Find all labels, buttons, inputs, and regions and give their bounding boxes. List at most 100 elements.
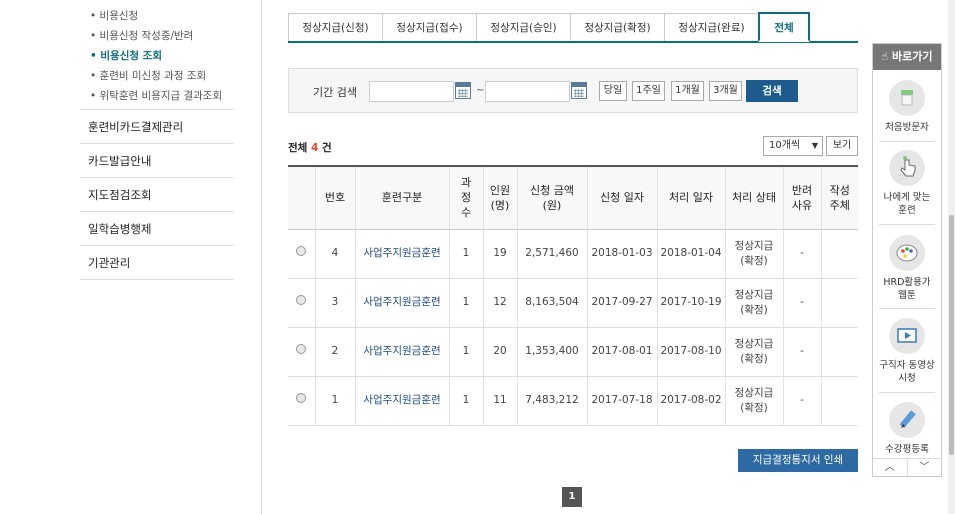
cell-training-type-link[interactable]: 사업주지원금훈련 (354, 327, 449, 377)
menu-item-inspection[interactable]: 지도점검조회 (80, 178, 234, 212)
cell-author (820, 278, 858, 328)
radio-button[interactable] (296, 295, 307, 305)
col-number: 번호 (314, 166, 355, 230)
header-text: 인원(명) (489, 183, 511, 212)
submenu-item[interactable]: • 위탁훈련 비용지급 결과조회 (90, 86, 240, 106)
cell-reject-reason: - (782, 327, 821, 377)
cell-process-date: 2017-10-19 (656, 278, 725, 328)
table-row[interactable]: 3 사업주지원금훈련 1 12 8,163,504 2017-09-27 201… (288, 278, 858, 328)
cell-number: 3 (314, 278, 355, 328)
col-reject-reason: 반려사유 (782, 166, 821, 230)
cell-process-date: 2017-08-02 (656, 376, 725, 426)
cell-amount: 1,353,400 (516, 327, 587, 377)
chevron-up-icon[interactable]: ︿ (873, 459, 908, 476)
quick-first-visit[interactable]: 처음방문자 (873, 80, 941, 134)
tab-confirmed[interactable]: 정상지급(확정) (570, 13, 665, 41)
end-date-input[interactable] (485, 81, 570, 102)
submenu-item-active[interactable]: • 비용신청 조회 (90, 46, 240, 66)
cell-number: 2 (314, 327, 355, 377)
status-tabs: 정상지급(신청) 정상지급(접수) 정상지급(승인) 정상지급(확정) 정상지급… (288, 12, 858, 43)
submenu-item[interactable]: • 훈련비 미신청 과정 조회 (90, 66, 240, 86)
header-text: 반려사유 (791, 183, 813, 212)
cell-process-date: 2018-01-04 (656, 229, 725, 279)
menu-item-card-issue[interactable]: 카드발급안내 (80, 144, 234, 178)
cell-request-date: 2018-01-03 (586, 229, 657, 279)
quick-label: HRD활용가 웹툰 (883, 277, 931, 301)
table-row[interactable]: 2 사업주지원금훈련 1 20 1,353,400 2017-08-01 201… (288, 327, 858, 377)
header-text: 작성주체 (829, 183, 850, 212)
menu-item-card-payment[interactable]: 훈련비카드결제관리 (80, 110, 234, 144)
tab-requested[interactable]: 정상지급(신청) (288, 13, 383, 41)
menu-item-institution[interactable]: 기관관리 (80, 246, 234, 280)
tab-approved[interactable]: 정상지급(승인) (476, 13, 571, 41)
cell-reject-reason: - (782, 278, 821, 328)
cell-course-count: 1 (448, 327, 483, 377)
cell-training-type-link[interactable]: 사업주지원금훈련 (354, 229, 449, 279)
tab-received[interactable]: 정상지급(접수) (382, 13, 477, 41)
cell-author (820, 327, 858, 377)
header-text: 신청 금액(원) (530, 183, 574, 212)
hand-pointer-icon (889, 150, 925, 186)
calendar-icon[interactable] (455, 82, 471, 99)
quick-job-videos[interactable]: 구직자 동영상시청 (873, 318, 941, 385)
dropdown-arrow-icon: ▼ (811, 141, 818, 150)
page-scrollbar[interactable] (948, 0, 955, 514)
cell-request-date: 2017-08-01 (586, 327, 657, 377)
cell-status: 정상지급(확정) (724, 376, 783, 426)
row-select[interactable] (288, 278, 315, 328)
menu-item-work-learning[interactable]: 일학습병행제 (80, 212, 234, 246)
cell-people: 20 (482, 327, 517, 377)
radio-button[interactable] (296, 246, 307, 256)
chevron-down-icon[interactable]: ﹀ (908, 459, 942, 476)
quick-label: 나에게 맞는훈련 (883, 192, 931, 216)
period-search-label: 기간 검색 (313, 86, 357, 99)
divider (879, 308, 935, 309)
submenu-item[interactable]: • 비용신청 (90, 6, 240, 26)
radio-button[interactable] (296, 344, 307, 354)
one-week-button[interactable]: 1주일 (632, 81, 665, 101)
date-range-separator: ~ (476, 85, 485, 96)
tab-completed[interactable]: 정상지급(완료) (664, 13, 759, 41)
cell-people: 19 (482, 229, 517, 279)
cell-request-date: 2017-07-18 (586, 376, 657, 426)
claims-table: 번호 훈련구분 과정수 인원(명) 신청 금액(원) 신청 일자 처리 일자 처… (288, 165, 858, 426)
tab-all[interactable]: 전체 (758, 12, 810, 42)
calendar-icon[interactable] (571, 82, 587, 99)
col-status: 처리 상태 (724, 166, 783, 230)
one-month-button[interactable]: 1개월 (671, 81, 704, 101)
cell-status: 정상지급(확정) (724, 327, 783, 377)
first-visit-icon (889, 80, 925, 116)
quick-links-title: ☝ 바로가기 (873, 44, 941, 70)
pagination-current-page[interactable]: 1 (562, 487, 582, 507)
three-month-button[interactable]: 3개월 (709, 81, 742, 101)
view-button[interactable]: 보기 (826, 136, 858, 156)
cell-training-type-link[interactable]: 사업주지원금훈련 (354, 376, 449, 426)
submenu-item[interactable]: • 비용신청 작성중/반려 (90, 26, 240, 46)
row-select[interactable] (288, 327, 315, 377)
quick-webtoon[interactable]: HRD활용가 웹툰 (873, 235, 941, 302)
table-row[interactable]: 1 사업주지원금훈련 1 11 7,483,212 2017-07-18 201… (288, 376, 858, 426)
cell-amount: 7,483,212 (516, 376, 587, 426)
cell-amount: 2,571,460 (516, 229, 587, 279)
start-date-input[interactable] (369, 81, 454, 102)
today-button[interactable]: 당일 (599, 81, 627, 101)
quick-review[interactable]: 수강평등록 (873, 402, 941, 456)
quick-label: 구직자 동영상시청 (879, 360, 935, 384)
cell-course-count: 1 (448, 278, 483, 328)
table-row[interactable]: 4 사업주지원금훈련 1 19 2,571,460 2018-01-03 201… (288, 229, 858, 279)
quick-scroll-controls: ︿ ﹀ (873, 458, 941, 476)
palette-icon (889, 235, 925, 271)
row-select[interactable] (288, 376, 315, 426)
col-training-type: 훈련구분 (354, 166, 449, 230)
search-button[interactable]: 검색 (746, 80, 798, 102)
print-notice-button[interactable]: 지급결정통지서 인쇄 (738, 449, 858, 472)
scrollbar-thumb[interactable] (949, 215, 954, 455)
row-select[interactable] (288, 229, 315, 279)
cell-status: 정상지급(확정) (724, 229, 783, 279)
radio-button[interactable] (296, 393, 307, 403)
cell-amount: 8,163,504 (516, 278, 587, 328)
page-size-select[interactable]: 10개씩 ▼ (763, 136, 823, 156)
col-process-date: 처리 일자 (656, 166, 725, 230)
quick-recommended-training[interactable]: 나에게 맞는훈련 (873, 150, 941, 217)
cell-training-type-link[interactable]: 사업주지원금훈련 (354, 278, 449, 328)
